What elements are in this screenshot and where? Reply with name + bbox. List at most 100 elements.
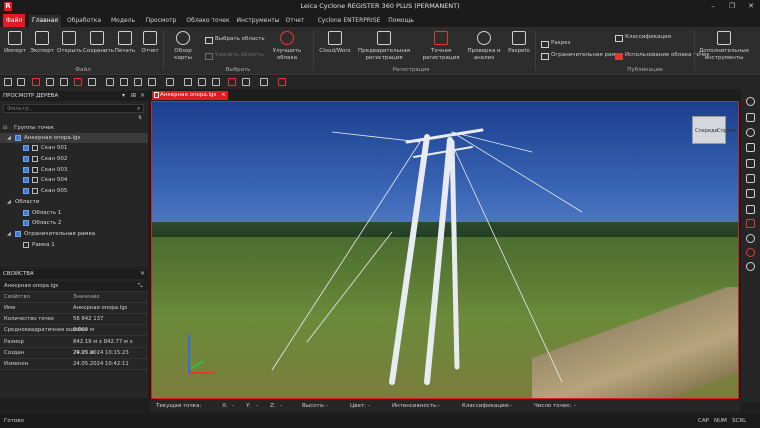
view-cube[interactable]: Спереди Справа bbox=[692, 116, 736, 144]
pin-icon[interactable]: ⊞ bbox=[131, 91, 136, 101]
toolbar-tool-icon[interactable] bbox=[46, 78, 54, 86]
section-view-icon[interactable] bbox=[746, 205, 755, 214]
tree-item-area[interactable]: Область 2 bbox=[0, 218, 148, 228]
zoom-icon[interactable] bbox=[746, 128, 755, 137]
print-button[interactable]: Печать bbox=[113, 31, 137, 71]
use-clouds-button[interactable]: Использование облака точек bbox=[615, 51, 710, 60]
fit-view-icon[interactable] bbox=[746, 143, 755, 152]
record-icon[interactable] bbox=[746, 248, 755, 257]
side-view-icon[interactable] bbox=[746, 189, 755, 198]
menu-processing[interactable]: Обработка bbox=[64, 15, 104, 27]
toolbar-tool-icon[interactable] bbox=[4, 78, 12, 86]
tree-item-scan[interactable]: Скан 004 bbox=[0, 175, 148, 185]
close-icon[interactable]: × bbox=[140, 269, 145, 279]
menu-view[interactable]: Просмотр bbox=[142, 15, 180, 27]
cloudworx-button[interactable]: Cloud/Worx bbox=[317, 31, 353, 71]
clear-selection-icon[interactable] bbox=[746, 219, 755, 228]
toolbar-tool-icon[interactable] bbox=[184, 78, 192, 86]
tree-item-point-groups[interactable]: ⊟ Группы точек bbox=[0, 123, 148, 133]
chevron-down-icon[interactable]: ▾ bbox=[122, 91, 125, 101]
toolbar-tool-icon[interactable] bbox=[106, 78, 114, 86]
close-button[interactable]: ✕ bbox=[744, 1, 758, 12]
expand-icon[interactable]: ⤡ bbox=[138, 281, 142, 292]
menu-help[interactable]: Помощь bbox=[386, 15, 416, 27]
tree-item-scan[interactable]: Скан 002 bbox=[0, 154, 148, 164]
camera-icon[interactable] bbox=[746, 234, 755, 243]
checkbox[interactable] bbox=[15, 231, 21, 237]
checkbox[interactable] bbox=[15, 135, 21, 141]
menu-cyclone-enterprise[interactable]: Cyclone ENTERPRISE bbox=[316, 15, 382, 27]
tree-item-bounding-frame[interactable]: ◢ Ограничительная рамка bbox=[0, 229, 148, 239]
menu-file[interactable]: Файл bbox=[3, 14, 25, 27]
menu-report[interactable]: Отчет bbox=[284, 15, 306, 27]
minimize-button[interactable]: – bbox=[706, 1, 720, 12]
group-label-main: Файл bbox=[75, 67, 91, 73]
checkbox[interactable] bbox=[23, 167, 29, 173]
bounding-frame-button[interactable]: Ограничительная рамка bbox=[541, 51, 622, 60]
maximize-button[interactable]: ❐ bbox=[725, 1, 739, 12]
toolbar-tool-icon[interactable] bbox=[134, 78, 142, 86]
export-button[interactable]: Экспорт bbox=[29, 31, 55, 71]
checkbox[interactable] bbox=[23, 177, 29, 183]
menu-point-cloud[interactable]: Облако точек bbox=[184, 15, 232, 27]
tools-icon bbox=[717, 31, 731, 45]
toolbar-tool-icon[interactable] bbox=[148, 78, 156, 86]
tree-item-area[interactable]: Область 1 bbox=[0, 208, 148, 218]
tree-item-frame[interactable]: Рамка 1 bbox=[0, 240, 148, 250]
checkbox[interactable] bbox=[23, 210, 29, 216]
tree-item-areas[interactable]: ◢ Области bbox=[0, 197, 148, 207]
tree-filter-input[interactable]: Фильтр... bbox=[3, 104, 144, 113]
menu-model[interactable]: Модель bbox=[108, 15, 138, 27]
filter-options-icon[interactable]: ⇅ bbox=[138, 115, 142, 121]
toolbar-tool-icon[interactable] bbox=[74, 78, 82, 86]
toolbar-tool-icon[interactable] bbox=[88, 78, 96, 86]
top-view-icon[interactable] bbox=[746, 174, 755, 183]
save-button[interactable]: Сохранить bbox=[83, 31, 114, 71]
toolbar-tool-icon[interactable] bbox=[198, 78, 206, 86]
toolbar-tool-icon[interactable] bbox=[60, 78, 68, 86]
classification-button[interactable]: Классификация bbox=[615, 33, 671, 42]
tree-item-scan[interactable]: Скан 005 bbox=[0, 186, 148, 196]
checkbox[interactable] bbox=[23, 220, 29, 226]
checkbox[interactable] bbox=[23, 145, 29, 151]
tree-item-scan[interactable]: Скан 001 bbox=[0, 143, 148, 153]
pan-icon[interactable] bbox=[746, 113, 755, 122]
clock-icon[interactable] bbox=[746, 262, 755, 271]
fine-registration-button[interactable]: Точная регистрация bbox=[418, 31, 464, 71]
caps-lock-indicator: CAP bbox=[698, 418, 709, 424]
paspeto-button[interactable]: Paspeto bbox=[506, 31, 532, 71]
pre-registration-button[interactable]: Предварительная регистрация bbox=[356, 31, 412, 71]
checkbox[interactable] bbox=[23, 188, 29, 194]
menu-home[interactable]: Главная bbox=[29, 15, 61, 27]
document-tab[interactable]: Анкерная опора.lgs × bbox=[152, 91, 228, 100]
toolbar-tool-icon[interactable] bbox=[17, 78, 25, 86]
toolbar-tool-icon[interactable] bbox=[278, 78, 286, 86]
home-icon[interactable] bbox=[746, 159, 755, 168]
checkbox[interactable] bbox=[23, 156, 29, 162]
menu-tools[interactable]: Инструменты bbox=[236, 15, 280, 27]
tree-item-project[interactable]: ◢ Анкерная опора.lgs bbox=[0, 133, 148, 143]
toolbar-tool-icon[interactable] bbox=[260, 78, 268, 86]
delete-area-button[interactable]: Удалить область bbox=[205, 51, 264, 60]
map-overview-button[interactable]: Обзор карты bbox=[166, 31, 200, 71]
toolbar-tool-icon[interactable] bbox=[228, 78, 236, 86]
open-button[interactable]: Открыть bbox=[57, 31, 82, 71]
tab-close-icon[interactable]: × bbox=[221, 91, 226, 100]
report-button[interactable]: Отчет bbox=[139, 31, 161, 71]
checkbox[interactable] bbox=[23, 242, 29, 248]
point-cloud-viewport[interactable]: Спереди Справа bbox=[151, 101, 739, 399]
improve-clouds-button[interactable]: Улучшить облака bbox=[264, 31, 310, 71]
tree-item-scan[interactable]: Скан 003 bbox=[0, 165, 148, 175]
section-button[interactable]: Разрез bbox=[541, 39, 570, 48]
orbit-icon[interactable] bbox=[746, 97, 755, 106]
toolbar-tool-icon[interactable] bbox=[166, 78, 174, 86]
select-area-button[interactable]: Выбрать область bbox=[205, 35, 265, 44]
toolbar-tool-icon[interactable] bbox=[212, 78, 220, 86]
toolbar-tool-icon[interactable] bbox=[120, 78, 128, 86]
check-analysis-button[interactable]: Проверка и анализ bbox=[466, 31, 502, 71]
close-icon[interactable]: × bbox=[140, 91, 145, 101]
toolbar-tool-icon[interactable] bbox=[242, 78, 250, 86]
toolbar-tool-icon[interactable] bbox=[32, 78, 40, 86]
import-button[interactable]: Импорт bbox=[3, 31, 27, 71]
additional-tools-button[interactable]: Дополнительные инструменты bbox=[697, 31, 751, 71]
